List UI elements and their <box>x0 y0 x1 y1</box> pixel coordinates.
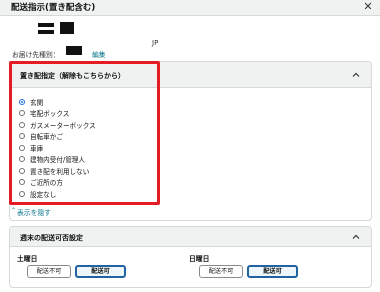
radio-option[interactable]: ガスメーターボックス <box>19 119 96 131</box>
saturday-delivery-button[interactable]: 配送可 <box>75 265 126 278</box>
sunday-no-delivery-button[interactable]: 配送不可 <box>199 265 243 278</box>
radio-label: 宅配ボックス <box>30 110 70 119</box>
placement-card-header[interactable]: 置き配指定（解除もこちらから） <box>10 62 371 88</box>
radio-button[interactable] <box>19 121 25 128</box>
dialog-title: 配送指示(置き配含む) <box>11 3 96 13</box>
edit-link[interactable]: 編集 <box>92 49 106 59</box>
hide-options-link[interactable]: 表示を隠す <box>17 207 51 217</box>
radio-option[interactable]: 設定なし <box>19 188 96 200</box>
saturday-no-delivery-button[interactable]: 配送不可 <box>27 265 71 278</box>
chevron-up-icon[interactable] <box>351 232 361 242</box>
chevron-up-icon[interactable] <box>351 70 361 80</box>
redacted-address-block <box>38 23 54 27</box>
radio-option[interactable]: ご近所の方 <box>19 177 96 189</box>
radio-label: 自転車かご <box>30 133 63 142</box>
radio-label: 建物内受付/管理人 <box>30 156 85 165</box>
redacted-address-block <box>66 46 82 55</box>
radio-option[interactable]: 玄関 <box>19 96 96 108</box>
redacted-address-block <box>60 22 74 34</box>
radio-label: 玄関 <box>30 98 44 107</box>
weekend-card-header[interactable]: 週末の配送可否設定 <box>10 227 371 247</box>
sunday-label: 日曜日 <box>189 255 210 263</box>
close-icon[interactable]: ✕ <box>361 0 375 14</box>
radio-option[interactable]: 宅配ボックス <box>19 108 96 120</box>
radio-button[interactable] <box>19 179 25 186</box>
radio-label: ガスメーターボックス <box>30 121 96 130</box>
radio-label: ご近所の方 <box>30 179 63 188</box>
radio-option[interactable]: 建物内受付/管理人 <box>19 154 96 166</box>
address-country: JP <box>152 39 159 47</box>
caret-up-icon[interactable]: ⌃ <box>11 207 16 214</box>
placement-options: 玄関 宅配ボックス ガスメーターボックス 自転車かご 車庫 建物内受付/管理人 … <box>19 96 96 200</box>
radio-label: 車庫 <box>30 144 44 153</box>
weekend-title: 週末の配送可否設定 <box>20 234 83 242</box>
placement-card: 置き配指定（解除もこちらから） 玄関 宅配ボックス ガスメーターボックス 自転車… <box>9 61 372 221</box>
radio-option[interactable]: 置き配を利用しない <box>19 165 96 177</box>
saturday-label: 土曜日 <box>17 255 38 263</box>
redacted-address-block <box>38 30 54 34</box>
placement-title: 置き配指定（解除もこちらから） <box>20 72 125 80</box>
radio-button[interactable] <box>19 156 25 163</box>
sunday-delivery-button[interactable]: 配送可 <box>247 265 298 278</box>
radio-button[interactable] <box>19 167 25 174</box>
radio-button[interactable] <box>19 110 25 117</box>
radio-option[interactable]: 車庫 <box>19 142 96 154</box>
radio-button[interactable] <box>19 133 25 140</box>
radio-option[interactable]: 自転車かご <box>19 131 96 143</box>
dialog-header: 配送指示(置き配含む) ✕ <box>0 0 380 16</box>
radio-button[interactable] <box>19 190 25 197</box>
recipient-type-label: お届け先種別： <box>12 51 60 59</box>
radio-button[interactable] <box>19 144 25 151</box>
radio-label: 設定なし <box>30 190 57 199</box>
radio-button[interactable] <box>19 98 25 105</box>
radio-label: 置き配を利用しない <box>30 167 90 176</box>
